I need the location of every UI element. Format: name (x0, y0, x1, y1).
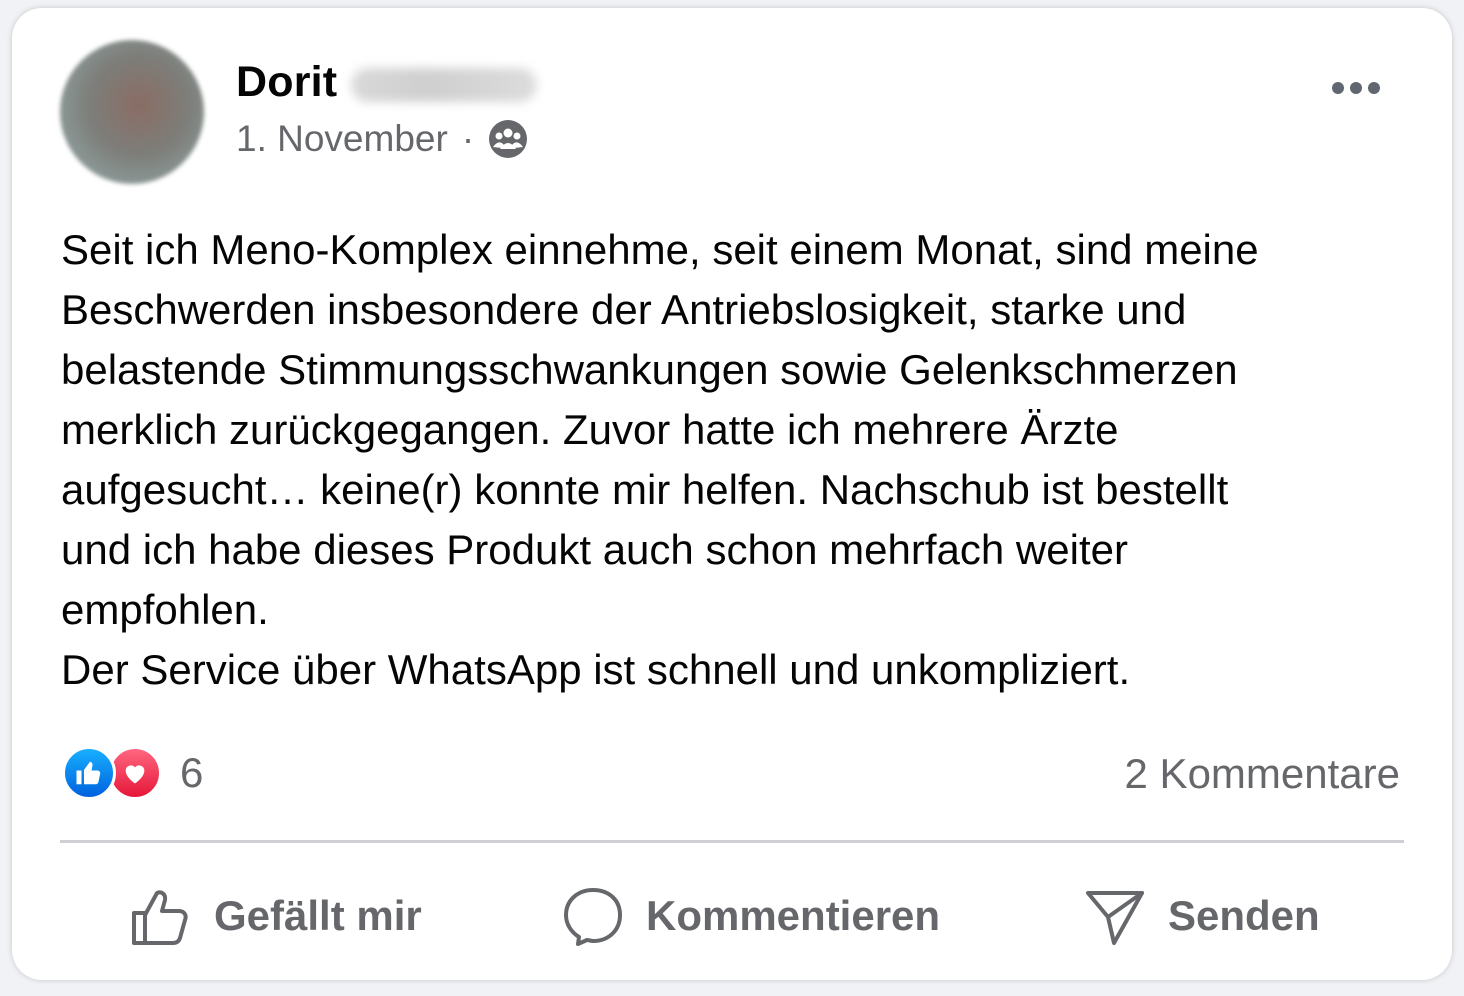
send-button[interactable]: Senden (1084, 876, 1320, 956)
meta-separator: · (461, 118, 475, 159)
thumbs-up-icon (132, 890, 188, 945)
post-text-line: Beschwerden insbesondere der Antriebslos… (61, 286, 1187, 333)
like-button[interactable]: Gefällt mir (130, 876, 422, 956)
post-text: Seit ich Meno-Komplex einnehme, seit ein… (61, 220, 1431, 700)
like-reaction-icon (62, 746, 116, 800)
author-first-name[interactable]: Dorit (236, 58, 337, 106)
send-icon (1086, 891, 1144, 945)
author-surname-redacted (351, 67, 538, 102)
like-button-label: Gefällt mir (214, 892, 422, 939)
post-text-line: merklich zurückgegangen. Zuvor hatte ich… (61, 406, 1119, 453)
post-text-line: Der Service über WhatsApp ist schnell un… (61, 646, 1131, 693)
speech-bubble-icon (564, 888, 622, 946)
post-card: Dorit 1. November · Seit ich Meno-Komple… (12, 8, 1452, 980)
group-icon (488, 119, 528, 159)
post-meta: 1. November · (236, 118, 528, 160)
reaction-count: 6 (180, 749, 204, 796)
post-date[interactable]: 1. November (236, 118, 448, 160)
send-button-label: Senden (1168, 892, 1320, 939)
post-text-line: belastende Stimmungsschwankungen sowie G… (61, 346, 1238, 393)
comment-button-label: Kommentieren (646, 892, 941, 939)
comment-button[interactable]: Kommentieren (562, 876, 940, 956)
more-options-icon[interactable] (1318, 68, 1394, 108)
post-text-line: und ich habe dieses Produkt auch schon m… (61, 526, 1128, 573)
love-reaction-icon (108, 746, 162, 800)
avatar[interactable] (60, 40, 204, 184)
author-name[interactable]: Dorit (236, 58, 538, 107)
comments-count-link[interactable]: 2 Kommentare (1125, 750, 1400, 798)
post-text-line: Seit ich Meno-Komplex einnehme, seit ein… (61, 226, 1259, 273)
divider (60, 840, 1404, 843)
reaction-summary[interactable]: 6 (62, 746, 203, 800)
post-text-line: aufgesucht… keine(r) konnte mir helfen. … (61, 466, 1229, 513)
post-text-line: empfohlen. (61, 586, 269, 633)
